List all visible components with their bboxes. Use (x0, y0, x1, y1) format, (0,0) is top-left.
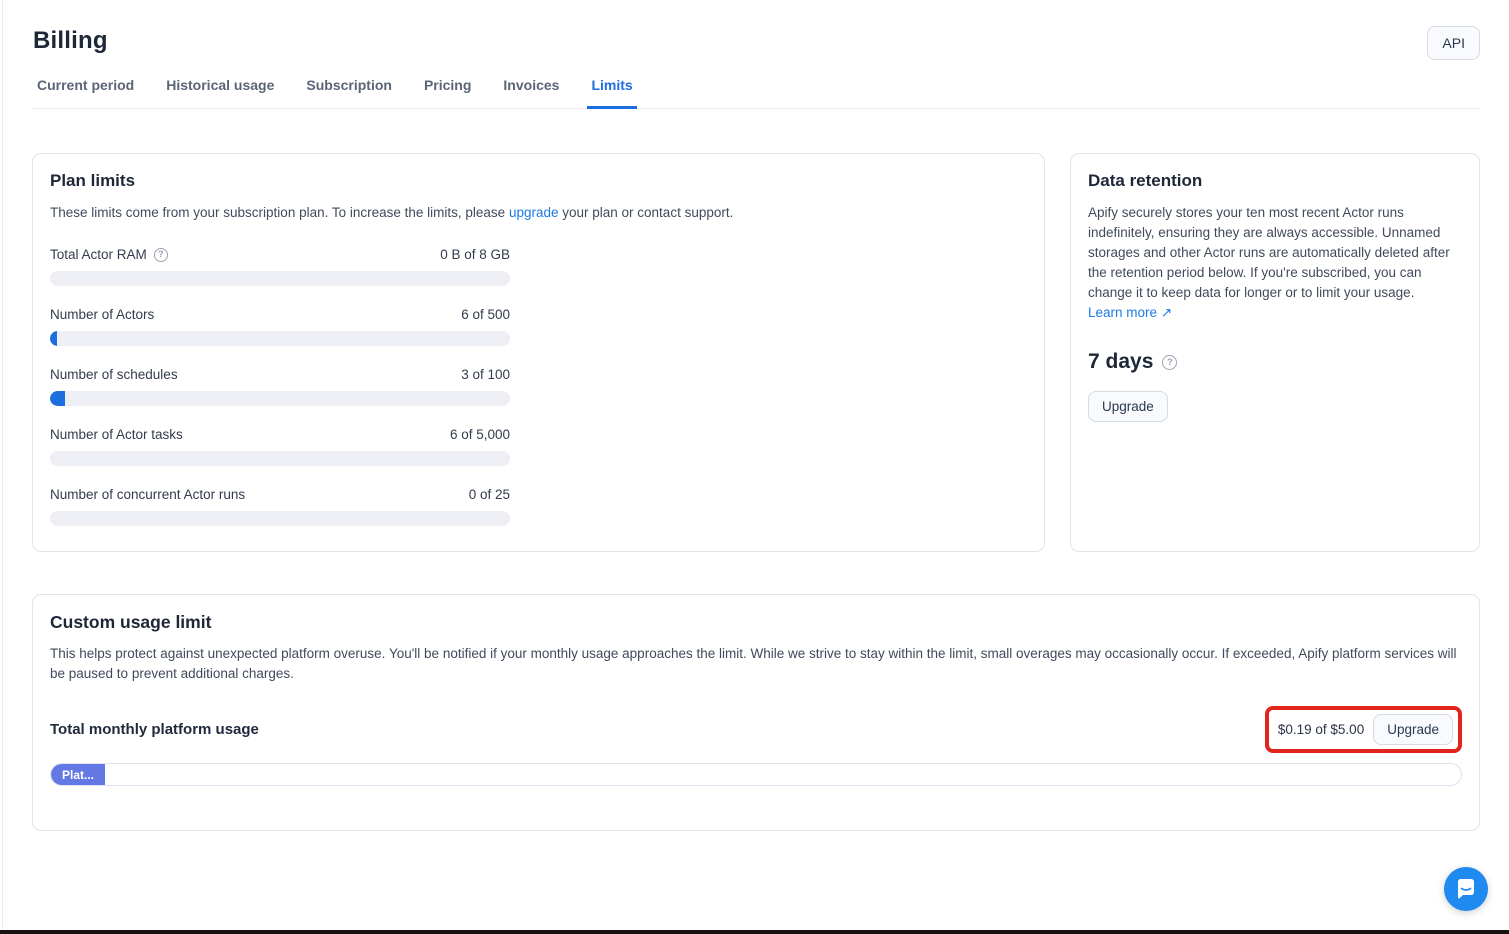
custom-usage-limit-card: Custom usage limit This helps protect ag… (32, 594, 1480, 831)
progress-bar-total-actor-ram (50, 271, 510, 286)
progress-fill (50, 391, 65, 406)
progress-fill (50, 331, 57, 346)
limit-label: Number of Actors (50, 307, 154, 322)
learn-more-link[interactable]: Learn more ↗ (1088, 305, 1172, 320)
limit-row-total-actor-ram: Total Actor RAM? 0 B of 8 GB (50, 247, 510, 286)
plan-limits-description: These limits come from your subscription… (50, 203, 1027, 223)
tab-pricing[interactable]: Pricing (420, 75, 475, 109)
intercom-chat-icon (1455, 878, 1477, 900)
api-button[interactable]: API (1427, 26, 1480, 60)
chat-launcher-button[interactable] (1444, 867, 1488, 911)
limit-label: Number of schedules (50, 367, 178, 382)
help-icon[interactable]: ? (154, 248, 168, 262)
tab-invoices[interactable]: Invoices (499, 75, 563, 109)
platform-usage-segment: Plat... (51, 764, 105, 785)
progress-bar-number-of-actors (50, 331, 510, 346)
data-retention-title: Data retention (1088, 171, 1462, 191)
help-icon[interactable]: ? (1162, 355, 1177, 370)
tab-current-period[interactable]: Current period (33, 75, 138, 109)
total-monthly-usage-label: Total monthly platform usage (50, 721, 259, 738)
progress-bar-number-of-schedules (50, 391, 510, 406)
limit-row-number-of-actors: Number of Actors 6 of 500 (50, 307, 510, 346)
tab-subscription[interactable]: Subscription (302, 75, 396, 109)
custom-usage-limit-description: This helps protect against unexpected pl… (50, 644, 1462, 684)
plan-limits-desc-after: your plan or contact support. (559, 205, 734, 220)
plan-limits-title: Plan limits (50, 171, 1027, 191)
limit-row-number-of-schedules: Number of schedules 3 of 100 (50, 367, 510, 406)
retention-period-value: 7 days (1088, 350, 1153, 374)
data-retention-card: Data retention Apify securely stores you… (1070, 153, 1480, 552)
billing-tabs: Current period Historical usage Subscrip… (33, 75, 1480, 109)
monthly-usage-progress-bar: Plat... (50, 763, 1462, 786)
plan-limits-desc-before: These limits come from your subscription… (50, 205, 509, 220)
plan-limits-card: Plan limits These limits come from your … (32, 153, 1045, 552)
custom-usage-limit-title: Custom usage limit (50, 612, 1462, 633)
top-cards-row: Plan limits These limits come from your … (32, 153, 1480, 552)
limit-row-concurrent-actor-runs: Number of concurrent Actor runs 0 of 25 (50, 487, 510, 526)
limit-label: Number of Actor tasks (50, 427, 183, 442)
limit-value: 6 of 5,000 (450, 427, 510, 442)
tab-limits[interactable]: Limits (587, 75, 636, 109)
taskbar-edge (0, 930, 1509, 934)
limit-value: 6 of 500 (461, 307, 510, 322)
limit-row-number-of-actor-tasks: Number of Actor tasks 6 of 5,000 (50, 427, 510, 466)
retention-value-row: 7 days ? (1088, 350, 1462, 374)
limit-value: 3 of 100 (461, 367, 510, 382)
plan-limits-list: Total Actor RAM? 0 B of 8 GB Number of A… (50, 247, 1027, 526)
sidebar-edge-divider (2, 0, 3, 934)
usage-upgrade-button[interactable]: Upgrade (1373, 714, 1453, 745)
limit-label: Total Actor RAM? (50, 247, 168, 262)
page-header: Billing API (0, 0, 1509, 55)
retention-upgrade-button[interactable]: Upgrade (1088, 391, 1168, 422)
usage-amount-value: $0.19 of $5.00 (1278, 722, 1364, 737)
tab-historical-usage[interactable]: Historical usage (162, 75, 278, 109)
external-link-icon: ↗ (1161, 305, 1172, 320)
upgrade-link[interactable]: upgrade (509, 205, 559, 220)
limit-value: 0 of 25 (469, 487, 510, 502)
page-title: Billing (33, 27, 1480, 55)
annotation-highlight-box: $0.19 of $5.00 Upgrade (1265, 706, 1462, 753)
progress-bar-concurrent-actor-runs (50, 511, 510, 526)
limit-value: 0 B of 8 GB (440, 247, 510, 262)
usage-row: Total monthly platform usage $0.19 of $5… (50, 706, 1462, 753)
limit-label: Number of concurrent Actor runs (50, 487, 245, 502)
data-retention-description: Apify securely stores your ten most rece… (1088, 203, 1462, 323)
progress-bar-number-of-actor-tasks (50, 451, 510, 466)
